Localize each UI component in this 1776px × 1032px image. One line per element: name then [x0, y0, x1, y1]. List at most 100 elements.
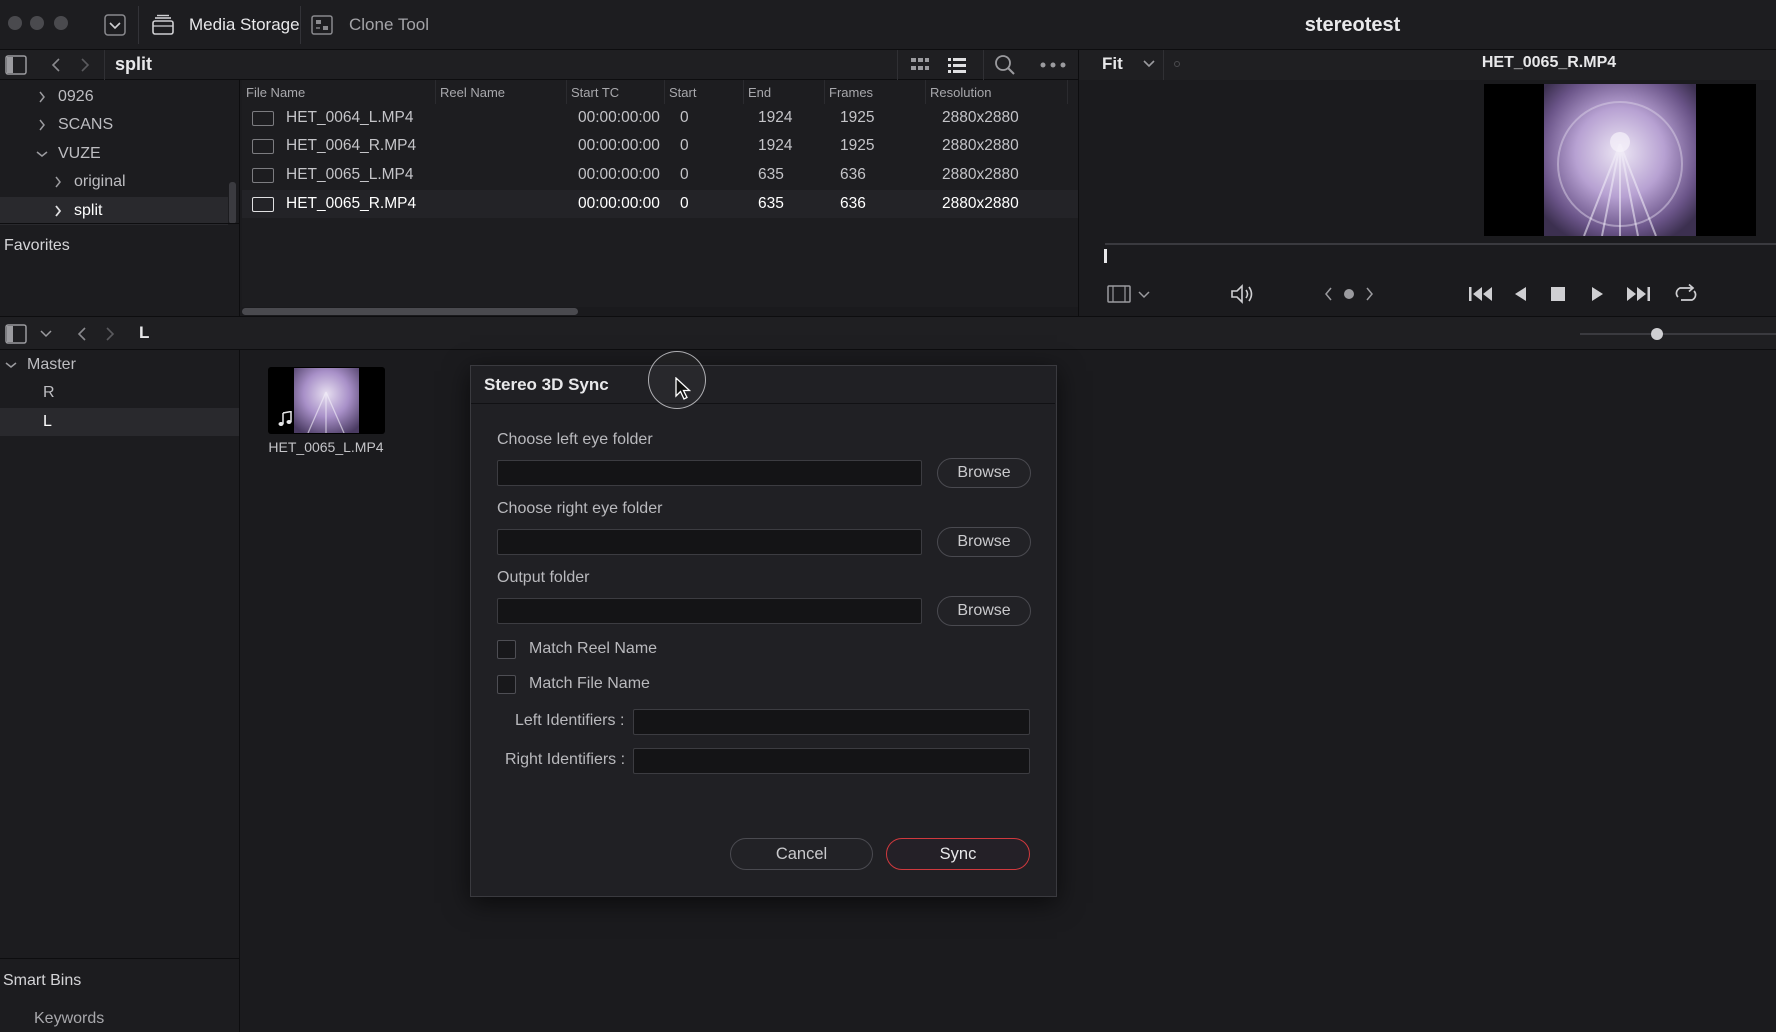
end: 1924	[758, 137, 793, 154]
column-header-start-tc[interactable]: Start TC	[567, 80, 665, 104]
clone-tool-tab[interactable]: Clone Tool	[349, 0, 429, 50]
output-browse-button[interactable]: Browse	[937, 596, 1031, 626]
back-arrow-icon[interactable]	[76, 326, 88, 342]
left-folder-input[interactable]	[497, 460, 922, 486]
file-name: HET_0064_R.MP4	[286, 137, 417, 154]
more-options-icon[interactable]	[1040, 62, 1066, 68]
audio-note-icon	[278, 411, 292, 427]
bin-l[interactable]: L	[0, 408, 239, 436]
output-folder-input[interactable]	[497, 598, 922, 624]
left-folder-label: Choose left eye folder	[497, 431, 653, 448]
chevron-down-icon[interactable]	[39, 329, 53, 339]
horizontal-scrollbar-thumb[interactable]	[242, 308, 578, 315]
viewer-clip-title: HET_0065_R.MP4	[1481, 54, 1617, 71]
file-list: File Name Reel Name Start TC Start End F…	[242, 80, 1078, 316]
column-header-start[interactable]: Start	[665, 80, 744, 104]
bin-r[interactable]: R	[0, 379, 239, 407]
dialog-title: Stereo 3D Sync	[484, 375, 609, 394]
previous-marker-icon[interactable]	[1323, 286, 1333, 302]
chevron-right-icon	[35, 119, 49, 131]
left-identifiers-input[interactable]	[633, 709, 1030, 735]
bin-list: Master R L Smart Bins Keywords	[0, 350, 240, 1032]
skip-to-end-icon[interactable]	[1624, 284, 1652, 304]
column-header-frames[interactable]: Frames	[825, 80, 926, 104]
sync-button[interactable]: Sync	[886, 838, 1030, 870]
resolution: 2880x2880	[942, 109, 1019, 126]
tree-scrollbar[interactable]	[229, 182, 236, 224]
skip-to-start-icon[interactable]	[1467, 284, 1495, 304]
tree-item-split[interactable]: split	[0, 197, 228, 225]
tree-item-label: split	[74, 202, 103, 219]
playhead[interactable]	[1104, 249, 1107, 263]
play-reverse-icon[interactable]	[1511, 285, 1529, 303]
chevron-down-icon	[4, 361, 18, 369]
table-row[interactable]: HET_0064_R.MP4 00:00:00:00 0 1924 1925 2…	[242, 132, 1078, 160]
frames: 636	[840, 195, 866, 212]
chevron-down-icon[interactable]	[1142, 58, 1156, 70]
start-tc: 00:00:00:00	[578, 166, 660, 183]
grid-view-icon[interactable]	[910, 56, 930, 74]
minimize-window-button[interactable]	[30, 16, 44, 30]
close-window-button[interactable]	[8, 16, 22, 30]
table-row[interactable]: HET_0065_L.MP4 00:00:00:00 0 635 636 288…	[242, 161, 1078, 189]
zoom-window-button[interactable]	[54, 16, 68, 30]
column-header-end[interactable]: End	[744, 80, 825, 104]
volume-icon[interactable]	[1229, 283, 1255, 305]
clip-view-icon[interactable]	[1107, 285, 1131, 303]
column-header-resolution[interactable]: Resolution	[926, 80, 1068, 104]
start: 0	[680, 109, 689, 126]
start-tc: 00:00:00:00	[578, 195, 660, 212]
match-file-label: Match File Name	[529, 675, 650, 692]
stop-icon[interactable]	[1549, 285, 1567, 303]
tree-item-original[interactable]: original	[0, 168, 228, 196]
clip-file-icon	[252, 111, 274, 126]
frames: 1925	[840, 109, 875, 126]
right-folder-label: Choose right eye folder	[497, 500, 663, 517]
thumbnail-size-handle[interactable]	[1651, 328, 1663, 340]
match-file-checkbox[interactable]	[497, 675, 516, 694]
column-header-reel-name[interactable]: Reel Name	[436, 80, 567, 104]
bin-master[interactable]: Master	[0, 351, 239, 379]
search-icon[interactable]	[994, 54, 1016, 76]
media-storage-icon[interactable]	[151, 14, 175, 36]
right-identifiers-input[interactable]	[633, 748, 1030, 774]
tree-item-0926[interactable]: 0926	[0, 83, 228, 111]
smart-bin-keywords[interactable]: Keywords	[34, 1010, 104, 1028]
thumbnail-size-slider[interactable]	[1580, 333, 1776, 335]
forward-arrow-icon[interactable]	[79, 57, 91, 73]
tree-item-label: 0926	[58, 88, 94, 105]
chevron-down-icon[interactable]	[1137, 290, 1151, 300]
list-view-icon[interactable]	[947, 56, 967, 74]
marker-dot-icon[interactable]	[1344, 289, 1354, 299]
next-marker-icon[interactable]	[1365, 286, 1375, 302]
left-browse-button[interactable]: Browse	[937, 458, 1031, 488]
current-bin-label: L	[139, 323, 150, 342]
smart-bins-heading: Smart Bins	[3, 972, 82, 989]
table-row[interactable]: HET_0064_L.MP4 00:00:00:00 0 1924 1925 2…	[242, 104, 1078, 132]
cancel-button[interactable]: Cancel	[730, 838, 873, 870]
media-storage-tab[interactable]: Media Storage	[189, 0, 300, 50]
right-folder-input[interactable]	[497, 529, 922, 555]
table-row[interactable]: HET_0065_R.MP4 00:00:00:00 0 635 636 288…	[242, 190, 1078, 218]
loop-icon[interactable]	[1672, 283, 1700, 305]
tree-item-label: original	[74, 173, 126, 190]
tree-item-vuze[interactable]: VUZE	[0, 140, 228, 168]
play-icon[interactable]	[1589, 285, 1607, 303]
back-arrow-icon[interactable]	[50, 57, 62, 73]
start-tc: 00:00:00:00	[578, 109, 660, 126]
right-browse-button[interactable]: Browse	[937, 527, 1031, 557]
favorites-heading: Favorites	[4, 237, 70, 254]
forward-arrow-icon[interactable]	[104, 326, 116, 342]
viewer-frame-image	[1544, 84, 1696, 236]
viewer-scrubber-track[interactable]	[1105, 243, 1776, 245]
column-header-file-name[interactable]: File Name	[242, 80, 436, 104]
tree-item-scans[interactable]: SCANS	[0, 111, 228, 139]
media-pool-clip[interactable]	[268, 367, 385, 434]
sidebar-toggle-icon[interactable]	[5, 55, 27, 75]
zoom-select[interactable]: Fit	[1102, 54, 1123, 74]
clone-tool-icon[interactable]	[310, 14, 334, 36]
end: 1924	[758, 109, 793, 126]
match-reel-checkbox[interactable]	[497, 640, 516, 659]
sidebar-toggle-icon[interactable]	[5, 324, 27, 344]
dropdown-menu-icon[interactable]	[104, 14, 126, 36]
